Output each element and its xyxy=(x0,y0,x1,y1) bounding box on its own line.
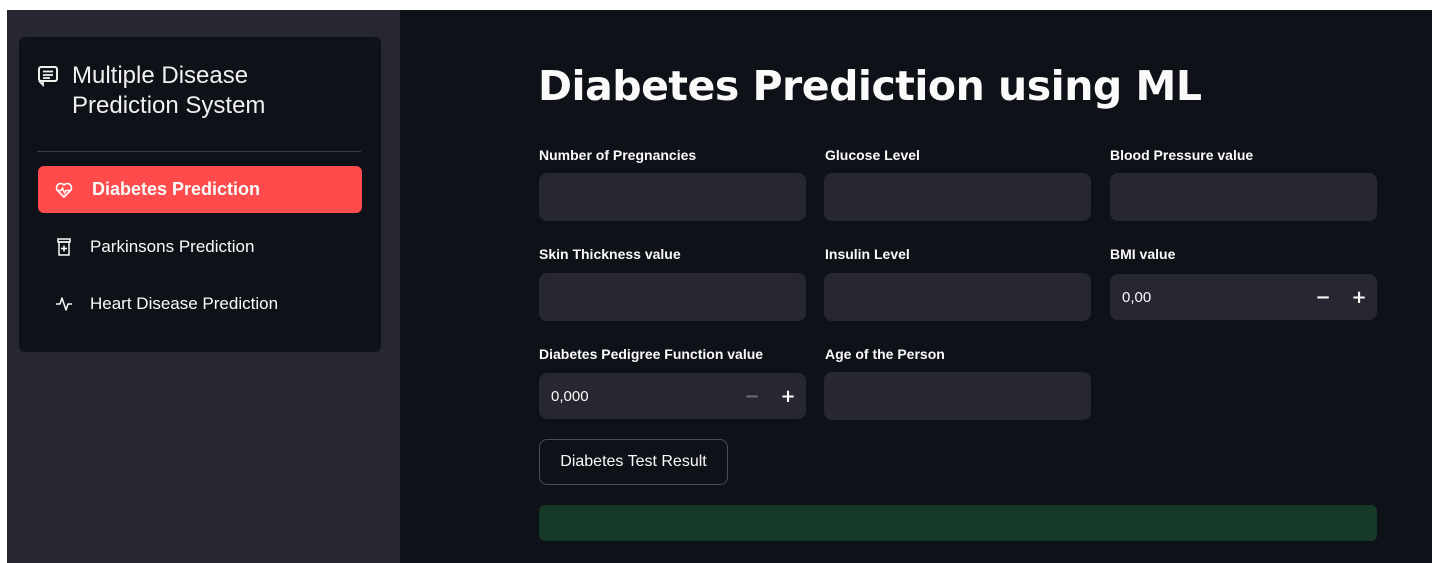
bmi-decrement-button[interactable]: − xyxy=(1305,274,1341,320)
pedigree-decrement-button[interactable]: − xyxy=(734,373,770,419)
pulse-icon xyxy=(54,294,74,314)
menu-item-label: Heart Disease Prediction xyxy=(90,293,279,313)
pedigree-number-input[interactable]: 0,000 − + xyxy=(539,373,806,419)
page-title: Diabetes Prediction using ML xyxy=(538,62,1202,110)
menu-item-label: Diabetes Prediction xyxy=(92,179,261,199)
result-message-box xyxy=(539,505,1377,541)
bmi-label: BMI value xyxy=(1110,246,1176,262)
bmi-value[interactable]: 0,00 xyxy=(1110,289,1305,306)
main-content: Diabetes Prediction using ML Number of P… xyxy=(400,10,1432,563)
pregnancies-input[interactable] xyxy=(539,173,806,221)
menu-item-parkinsons[interactable]: Parkinsons Prediction xyxy=(38,223,362,270)
pedigree-label: Diabetes Pedigree Function value xyxy=(539,346,764,362)
menu-title-text: Multiple Disease Prediction System xyxy=(71,61,265,121)
prescription-icon xyxy=(54,237,74,257)
glucose-input[interactable] xyxy=(824,173,1091,221)
skin-thickness-label: Skin Thickness value xyxy=(539,246,681,262)
pregnancies-label: Number of Pregnancies xyxy=(539,147,697,163)
insulin-label: Insulin Level xyxy=(825,246,910,262)
glucose-label: Glucose Level xyxy=(825,147,920,163)
menu-item-label: Parkinsons Prediction xyxy=(90,236,255,256)
age-label: Age of the Person xyxy=(825,346,945,362)
option-menu: Multiple Disease Prediction System Diabe… xyxy=(19,37,381,352)
activity-heart-icon xyxy=(54,180,74,200)
pedigree-increment-button[interactable]: + xyxy=(770,373,806,419)
menu-title-line-2: Prediction System xyxy=(72,92,266,119)
menu-item-diabetes[interactable]: Diabetes Prediction xyxy=(38,166,362,213)
age-input[interactable] xyxy=(824,372,1091,420)
menu-item-heart-disease[interactable]: Heart Disease Prediction xyxy=(38,280,362,327)
menu-title-line-1: Multiple Disease xyxy=(72,62,249,89)
newspaper-icon xyxy=(37,61,71,95)
insulin-input[interactable] xyxy=(824,273,1091,321)
menu-title: Multiple Disease Prediction System xyxy=(37,61,367,121)
menu-divider xyxy=(37,151,361,152)
blood-pressure-label: Blood Pressure value xyxy=(1110,147,1254,163)
diabetes-test-result-button[interactable]: Diabetes Test Result xyxy=(539,439,728,485)
pedigree-value[interactable]: 0,000 xyxy=(539,388,734,405)
blood-pressure-input[interactable] xyxy=(1110,173,1377,221)
bmi-number-input[interactable]: 0,00 − + xyxy=(1110,274,1377,320)
sidebar: Multiple Disease Prediction System Diabe… xyxy=(7,10,400,563)
bmi-increment-button[interactable]: + xyxy=(1341,274,1377,320)
skin-thickness-input[interactable] xyxy=(539,273,806,321)
